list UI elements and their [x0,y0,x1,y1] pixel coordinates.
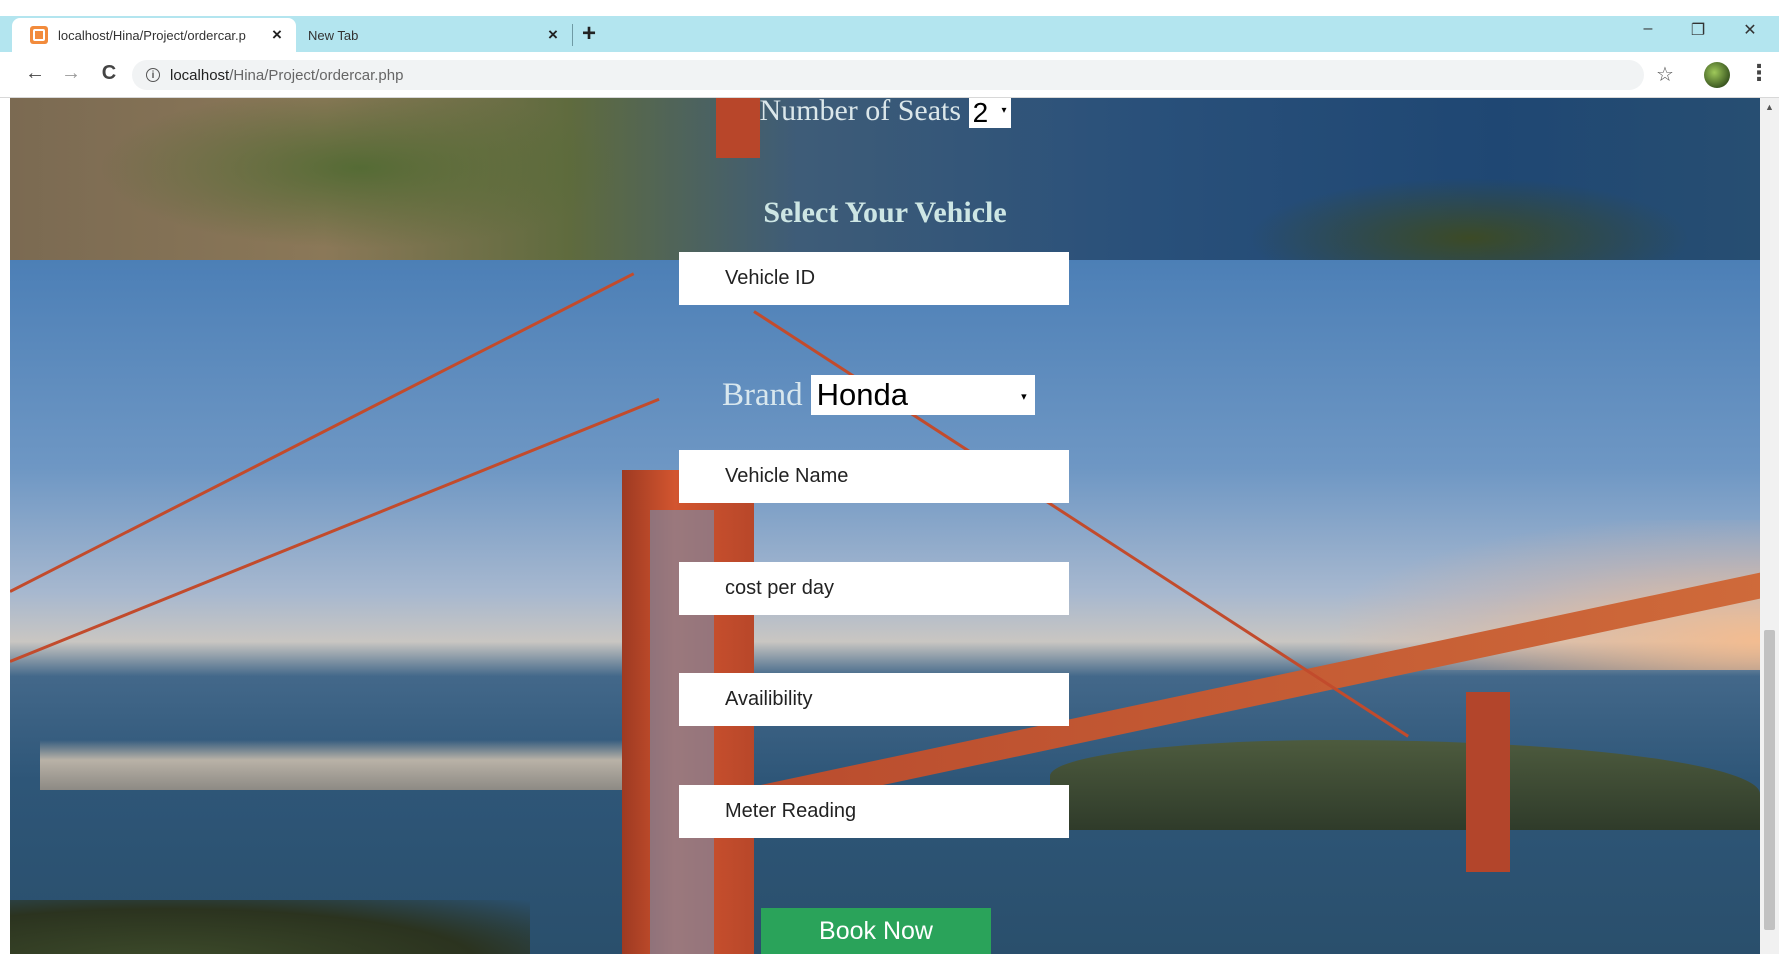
address-bar[interactable]: i localhost/Hina/Project/ordercar.php [132,60,1644,90]
dropdown-arrow-icon: ▾ [1021,391,1027,403]
tab-ordercar[interactable]: localhost/Hina/Project/ordercar.p × [12,18,296,52]
tab-title: New Tab [308,27,359,43]
vehicle-name-input[interactable] [679,450,1069,503]
brand-value: Honda [816,377,909,412]
tab-close-icon[interactable]: × [540,25,566,45]
tab-close-icon[interactable]: × [264,25,290,45]
reload-icon[interactable]: C [96,62,122,85]
brand-label: Brand [722,376,803,413]
brand-row: Brand Honda ▾ [722,375,1035,415]
tab-separator [572,24,573,46]
xampp-favicon-icon [30,26,48,44]
bridge-far-tower [1466,692,1510,872]
seats-row: Number of Seats 2 ▾ [10,98,1760,128]
section-heading: Select Your Vehicle [763,196,1007,229]
seats-value: 2 [972,98,989,128]
tab-bar: localhost/Hina/Project/ordercar.p × New … [0,16,1779,52]
dropdown-arrow-icon: ▾ [1001,105,1007,116]
scroll-up-arrow-icon[interactable]: ▲ [1765,102,1774,112]
cost-per-day-input[interactable] [679,562,1069,615]
vertical-scrollbar[interactable]: ▲ [1760,98,1779,954]
url-path: /Hina/Project/ordercar.php [229,66,404,84]
info-icon[interactable]: i [146,68,160,82]
meter-reading-input[interactable] [679,785,1069,838]
tab-title: localhost/Hina/Project/ordercar.p [58,27,246,43]
back-arrow-icon[interactable]: ← [22,62,48,85]
maximize-icon[interactable]: ❐ [1684,20,1712,40]
bookmark-star-icon[interactable]: ☆ [1656,62,1674,87]
book-now-button[interactable]: Book Now [761,908,991,954]
window-top-strip [0,0,1779,16]
profile-avatar[interactable] [1704,62,1730,88]
foreground-foliage [10,900,530,954]
availability-input[interactable] [679,673,1069,726]
url-host: localhost [170,66,230,84]
forward-arrow-icon[interactable]: → [58,62,84,85]
minimize-icon[interactable]: – [1634,20,1662,38]
menu-dots-icon[interactable]: ⋮ [1748,60,1770,86]
browser-toolbar: ← → C i localhost/Hina/Project/ordercar.… [0,52,1779,98]
vehicle-id-input[interactable] [679,252,1069,305]
city-skyline [40,740,680,790]
bridge-cable [10,272,635,593]
new-tab-plus-icon[interactable]: + [582,20,596,48]
bridge-cable [10,397,660,663]
seats-label: Number of Seats [759,98,962,127]
tab-new-tab[interactable]: New Tab × [296,18,572,52]
seats-select[interactable]: 2 ▾ [968,98,1011,128]
brand-select[interactable]: Honda ▾ [810,375,1035,415]
close-window-icon[interactable]: ✕ [1736,20,1764,40]
hills [1050,740,1760,830]
scrollbar-thumb[interactable] [1764,630,1775,930]
